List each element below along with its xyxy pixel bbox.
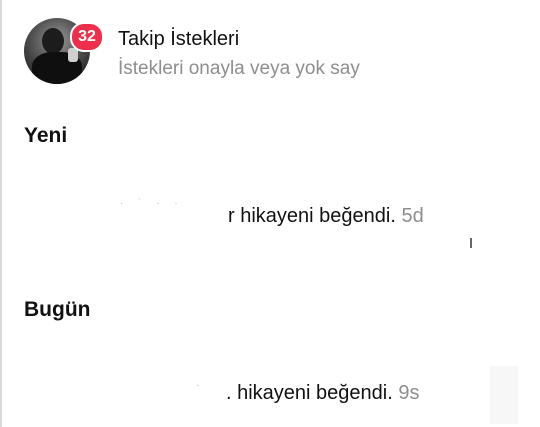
notification-story-like-new[interactable]: · ˙ · · r hikayeni beğendi. 5d xyxy=(20,190,520,250)
notification-text: r hikayeni beğendi. 5d xyxy=(228,205,424,228)
username-fragment: r xyxy=(228,205,235,227)
avatar-head xyxy=(42,28,64,54)
follow-requests-row[interactable]: 32 Takip İstekleri İstekleri onayla veya… xyxy=(24,18,524,88)
follow-requests-title: Takip İstekleri xyxy=(118,28,240,50)
notification-text: . hikayeni beğendi. 9s xyxy=(226,382,419,405)
blurred-username: · xyxy=(196,380,206,391)
section-title-new: Yeni xyxy=(24,124,68,147)
request-count-badge: 32 xyxy=(70,22,104,52)
left-edge-divider xyxy=(0,0,2,427)
story-thumbnail[interactable] xyxy=(470,238,472,248)
story-thumbnail[interactable] xyxy=(490,366,518,424)
follow-requests-subtitle: İstekleri onayla veya yok say xyxy=(118,58,360,79)
notification-time: 9s xyxy=(398,382,420,404)
blurred-username: · ˙ · · xyxy=(120,198,184,209)
notification-story-like-today[interactable]: · . hikayeni beğendi. 9s xyxy=(20,366,520,426)
section-title-today: Bugün xyxy=(24,298,91,321)
notification-action: hikayeni beğendi. xyxy=(231,382,393,404)
notification-action: hikayeni beğendi. xyxy=(234,205,396,227)
notification-time: 5d xyxy=(401,205,424,227)
